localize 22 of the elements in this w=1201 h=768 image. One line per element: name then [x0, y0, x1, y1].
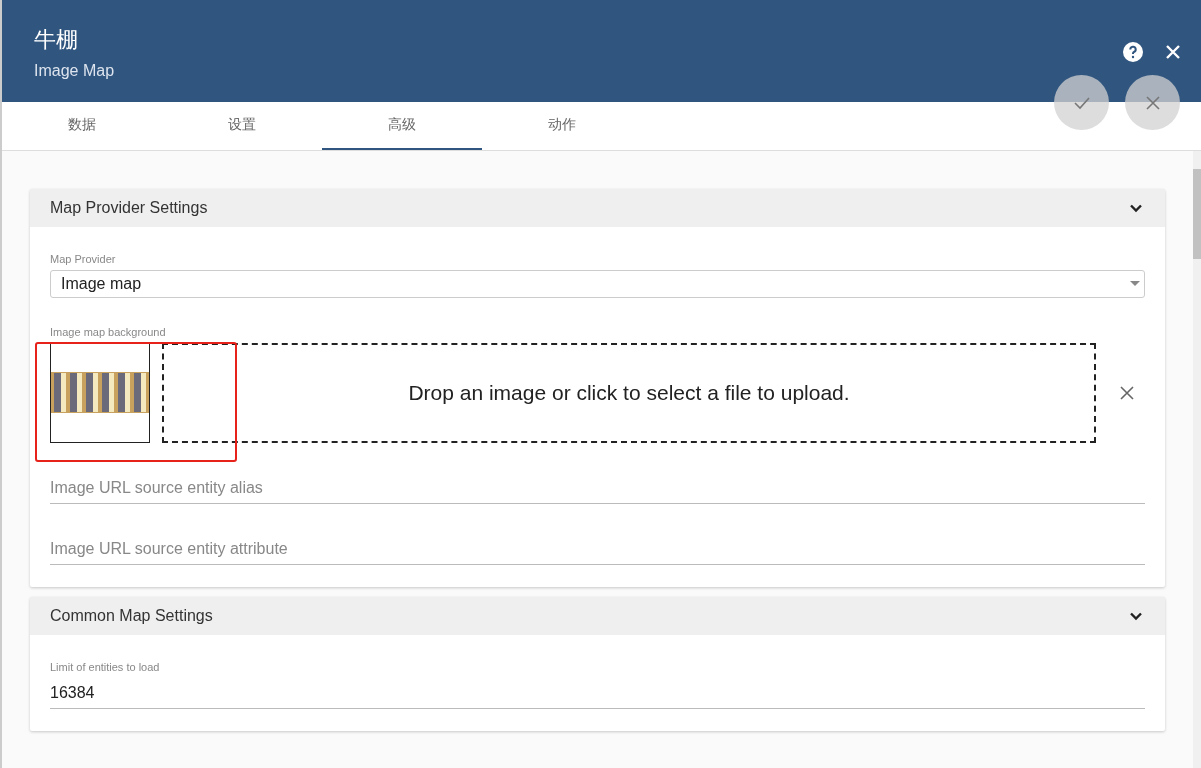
- section-title: Common Map Settings: [50, 607, 213, 625]
- provider-select[interactable]: Image map: [50, 270, 1145, 298]
- help-icon[interactable]: [1123, 42, 1143, 62]
- dialog-subtitle: Image Map: [34, 62, 116, 80]
- section-title: Map Provider Settings: [50, 199, 208, 217]
- input-field[interactable]: Image URL source entity alias: [50, 473, 1145, 504]
- tab[interactable]: 数据: [2, 102, 162, 150]
- field-label: Map Provider: [50, 253, 116, 265]
- field-label: Image map background: [50, 326, 166, 338]
- tab[interactable]: 设置: [162, 102, 322, 150]
- dialog-title: 牛棚: [34, 26, 79, 54]
- dropdown-icon: [1130, 281, 1140, 287]
- field-label: Limit of entities to load: [50, 661, 160, 673]
- close-icon[interactable]: [1165, 44, 1181, 60]
- tab[interactable]: 动作: [482, 102, 642, 150]
- section-header[interactable]: Common Map Settings: [30, 597, 1165, 635]
- scrollbar[interactable]: [1193, 151, 1201, 768]
- upload-dropzone[interactable]: Drop an image or click to select a file to upload.: [162, 343, 1096, 443]
- section-header[interactable]: Map Provider Settings: [30, 189, 1165, 227]
- input-field[interactable]: 16384: [50, 678, 1145, 709]
- remove-icon[interactable]: [1120, 386, 1134, 400]
- input-field[interactable]: Image URL source entity attribute: [50, 534, 1145, 565]
